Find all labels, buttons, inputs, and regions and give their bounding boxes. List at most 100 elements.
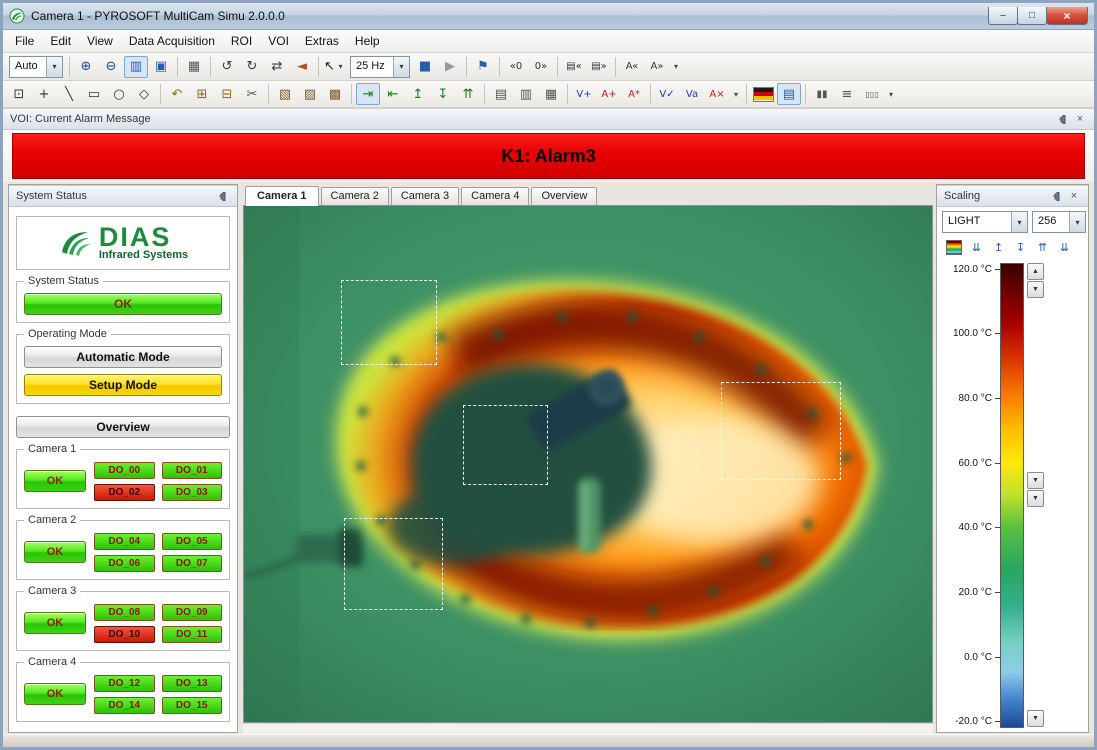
next-sequence-icon[interactable]: A» [645, 56, 669, 78]
palette-combo[interactable]: LIGHT ▾ [942, 211, 1028, 233]
grid-icon[interactable]: ▦ [182, 56, 206, 78]
chevron-down-icon[interactable]: ▾ [46, 57, 62, 77]
layout-overflow-icon[interactable]: ▾ [885, 83, 897, 105]
marker-flag-icon[interactable]: ⚑ [471, 56, 495, 78]
output-do-06-button[interactable]: DO_06 [94, 555, 155, 572]
range-max-down-button[interactable]: ▼ [1027, 472, 1044, 489]
goto-first-alarm-icon[interactable]: «0 [504, 56, 528, 78]
paste-roi-icon[interactable]: ⊟ [215, 83, 239, 105]
scale-scroll-down-button[interactable]: ▼ [1027, 281, 1044, 298]
roi-lower-icon[interactable]: ↧ [431, 83, 455, 105]
voi-add-icon[interactable]: V+ [572, 83, 596, 105]
roi-polygon-icon[interactable]: ◇ [132, 83, 156, 105]
zoom-out-icon[interactable]: ⊖ [99, 56, 123, 78]
menu-help[interactable]: Help [347, 32, 388, 50]
roi-raise-icon[interactable]: ↥ [406, 83, 430, 105]
output-do-13-button[interactable]: DO_13 [162, 675, 223, 692]
pin-icon[interactable] [216, 189, 230, 203]
automatic-mode-button[interactable]: Automatic Mode [24, 346, 222, 368]
thermal-image[interactable] [243, 205, 933, 723]
tab-camera-4[interactable]: Camera 4 [461, 187, 529, 205]
menu-extras[interactable]: Extras [297, 32, 347, 50]
close-button[interactable]: × [1046, 7, 1088, 25]
zoom-in-icon[interactable]: ⊕ [74, 56, 98, 78]
rotate-right-icon[interactable]: ↻ [240, 56, 264, 78]
output-do-02-button[interactable]: DO_02 [94, 484, 155, 501]
alarm-delete-icon[interactable]: A× [705, 83, 729, 105]
output-do-10-button[interactable]: DO_10 [94, 626, 155, 643]
roi-line-icon[interactable]: ╲ [57, 83, 81, 105]
pause-display-icon[interactable]: ▮▮ [810, 83, 834, 105]
camera-4-ok-button[interactable]: OK [24, 683, 86, 705]
menu-file[interactable]: File [7, 32, 42, 50]
stop-icon[interactable]: ■ [413, 56, 437, 78]
pin-icon[interactable] [1050, 189, 1064, 203]
save-config-icon[interactable]: ▩ [323, 83, 347, 105]
columns-layout-icon[interactable]: ▯▯▯ [860, 83, 884, 105]
voi-assign-icon[interactable]: Va [680, 83, 704, 105]
tab-overview[interactable]: Overview [531, 187, 597, 205]
roi-rect-3[interactable] [344, 518, 442, 610]
copy-roi-icon[interactable]: ⊞ [190, 83, 214, 105]
scale-bottom-button[interactable]: ▼ [1027, 710, 1044, 727]
chevron-down-icon[interactable]: ▾ [393, 57, 409, 77]
roi-export-icon[interactable]: ⇤ [381, 83, 405, 105]
roi-rect-2[interactable] [463, 405, 548, 485]
camera-1-ok-button[interactable]: OK [24, 470, 86, 492]
output-do-08-button[interactable]: DO_08 [94, 604, 155, 621]
output-do-12-button[interactable]: DO_12 [94, 675, 155, 692]
output-do-14-button[interactable]: DO_14 [94, 697, 155, 714]
levels-combo[interactable]: 256 ▾ [1032, 211, 1086, 233]
close-icon[interactable]: × [1067, 189, 1081, 203]
prev-sequence-icon[interactable]: A« [620, 56, 644, 78]
output-do-03-button[interactable]: DO_03 [162, 484, 223, 501]
camera-3-ok-button[interactable]: OK [24, 612, 86, 634]
roi-rect-1[interactable] [341, 280, 437, 366]
toolbar1-overflow-icon[interactable]: ▾ [670, 56, 682, 78]
range-min-down-button[interactable]: ▼ [1027, 490, 1044, 507]
max-down-icon[interactable]: ↧ [1010, 238, 1031, 257]
mirror-horizontal-icon[interactable]: ⇄ [265, 56, 289, 78]
language-german-icon[interactable] [753, 87, 774, 102]
chevron-down-icon[interactable]: ▾ [1011, 212, 1027, 232]
output-do-07-button[interactable]: DO_07 [162, 555, 223, 572]
mirror-vertical-icon[interactable]: ◄ [290, 56, 314, 78]
rows-layout-icon[interactable]: ≡ [835, 83, 859, 105]
auto-zoom-combo[interactable]: Auto▾ [9, 56, 63, 78]
voi-list-icon[interactable]: ▥ [514, 83, 538, 105]
max-up-icon[interactable]: ↥ [988, 238, 1009, 257]
output-do-15-button[interactable]: DO_15 [162, 697, 223, 714]
next-image-icon[interactable]: ▤» [587, 56, 611, 78]
tab-camera-2[interactable]: Camera 2 [321, 187, 389, 205]
rotate-left-icon[interactable]: ↺ [215, 56, 239, 78]
roi-point-icon[interactable]: + [32, 83, 56, 105]
undo-roi-icon[interactable]: ↶ [165, 83, 189, 105]
fit-to-window-icon[interactable]: ▥ [124, 56, 148, 78]
alarm-config-icon[interactable]: A* [622, 83, 646, 105]
palette-preview-icon[interactable] [942, 237, 965, 258]
roi-ellipse-icon[interactable]: ○ [107, 83, 131, 105]
roi-rect-icon[interactable]: ▭ [82, 83, 106, 105]
menu-edit[interactable]: Edit [42, 32, 79, 50]
tab-camera-1[interactable]: Camera 1 [245, 186, 319, 206]
tab-camera-3[interactable]: Camera 3 [391, 187, 459, 205]
overview-button[interactable]: Overview [16, 416, 230, 438]
menu-roi[interactable]: ROI [223, 32, 260, 50]
original-size-icon[interactable]: ▣ [149, 56, 173, 78]
maximize-button[interactable]: □ [1017, 7, 1047, 25]
minimize-button[interactable]: – [988, 7, 1018, 25]
menu-data-acquisition[interactable]: Data Acquisition [121, 32, 223, 50]
menu-view[interactable]: View [79, 32, 121, 50]
system-status-ok-button[interactable]: OK [24, 293, 222, 315]
scale-scroll-up-button[interactable]: ▲ [1027, 263, 1044, 280]
framerate-combo[interactable]: 25 Hz▾ [350, 56, 410, 78]
image-layout-icon[interactable]: ▧ [273, 83, 297, 105]
output-do-09-button[interactable]: DO_09 [162, 604, 223, 621]
output-do-01-button[interactable]: DO_01 [162, 462, 223, 479]
roi-import-icon[interactable]: ⇥ [356, 83, 380, 105]
auto-range-icon[interactable]: ⇊ [966, 238, 987, 257]
open-config-icon[interactable]: ▨ [298, 83, 322, 105]
chevron-down-icon[interactable]: ▾ [1069, 212, 1085, 232]
goto-next-alarm-icon[interactable]: 0» [529, 56, 553, 78]
menu-voi[interactable]: VOI [260, 32, 297, 50]
